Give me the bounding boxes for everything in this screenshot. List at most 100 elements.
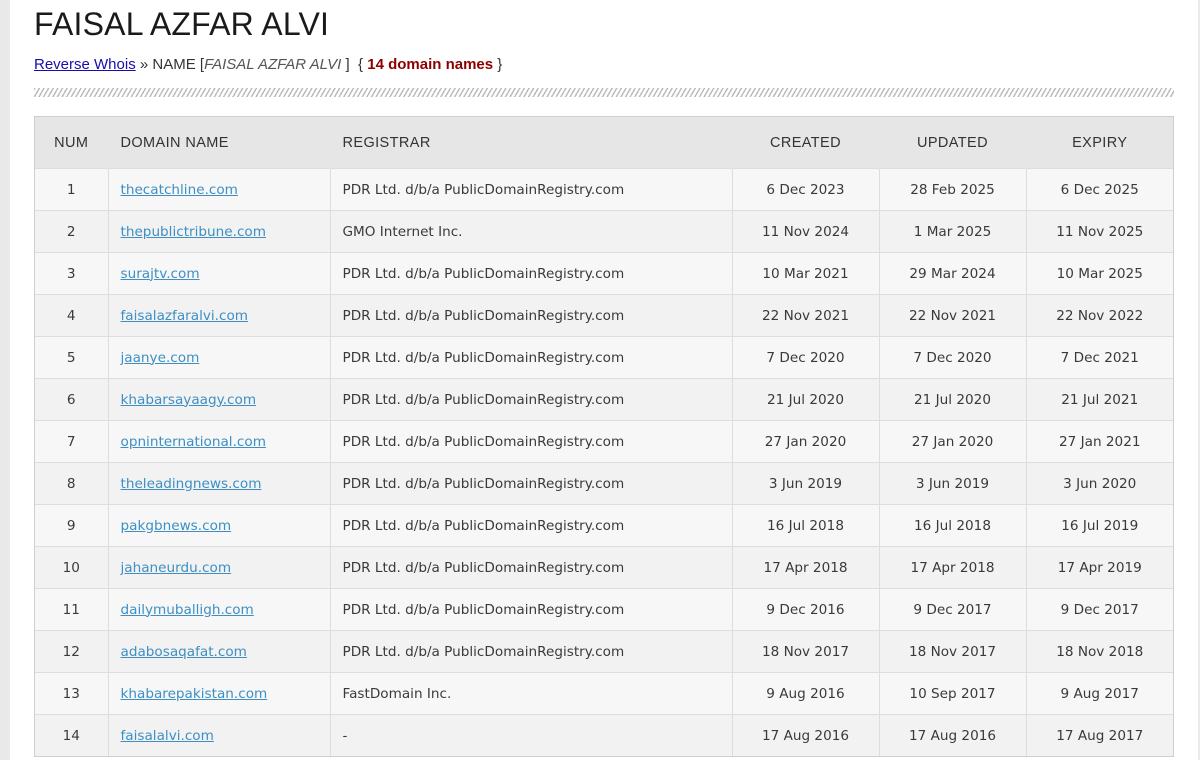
row-num: 1 (35, 168, 109, 211)
registrar-cell: GMO Internet Inc. (330, 210, 733, 253)
created-cell: 9 Aug 2016 (732, 672, 880, 715)
row-num: 12 (35, 630, 109, 673)
domain-cell: khabarepakistan.com (108, 672, 331, 715)
updated-cell: 3 Jun 2019 (879, 462, 1027, 505)
row-num: 10 (35, 546, 109, 589)
page-container: FAISAL AZFAR ALVI Reverse Whois » NAME [… (10, 0, 1198, 760)
header-num: NUM (35, 117, 109, 169)
domain-link[interactable]: dailymuballigh.com (121, 602, 254, 618)
table-row: 12 adabosaqafat.com PDR Ltd. d/b/a PublicD… (35, 630, 1173, 673)
domain-link[interactable]: jahaneurdu.com (121, 560, 232, 576)
domain-link[interactable]: thepublictribune.com (121, 224, 266, 240)
updated-cell: 29 Mar 2024 (879, 252, 1027, 295)
hatched-divider (34, 88, 1174, 97)
created-cell: 22 Nov 2021 (732, 294, 880, 337)
domain-cell: dailymuballigh.com (108, 588, 331, 631)
domain-link[interactable]: surajtv.com (121, 266, 200, 282)
breadcrumb: Reverse Whois » NAME [FAISAL AZFAR ALVI … (34, 56, 503, 73)
domain-link[interactable]: adabosaqafat.com (121, 644, 247, 660)
domains-table-container: NUM DOMAIN NAME REGISTRAR CREATED UPDATE… (34, 116, 1174, 757)
domain-cell: pakgbnews.com (108, 504, 331, 547)
domain-cell: jahaneurdu.com (108, 546, 331, 589)
table-row: 11 dailymuballigh.com PDR Ltd. d/b/a Publi… (35, 588, 1173, 631)
table-row: 10 jahaneurdu.com PDR Ltd. d/b/a PublicDom… (35, 546, 1173, 589)
domain-cell: theleadingnews.com (108, 462, 331, 505)
header-registrar: REGISTRAR (330, 117, 733, 169)
row-num: 2 (35, 210, 109, 253)
expiry-cell: 17 Aug 2017 (1026, 714, 1173, 756)
registrar-cell: PDR Ltd. d/b/a PublicDomainRegistry.com (330, 336, 733, 379)
expiry-cell: 18 Nov 2018 (1026, 630, 1173, 673)
updated-cell: 7 Dec 2020 (879, 336, 1027, 379)
table-header-row: NUM DOMAIN NAME REGISTRAR CREATED UPDATE… (35, 117, 1173, 169)
expiry-cell: 6 Dec 2025 (1026, 168, 1173, 211)
table-row: 3 surajtv.com PDR Ltd. d/b/a PublicDomainR… (35, 252, 1173, 295)
updated-cell: 28 Feb 2025 (879, 168, 1027, 211)
registrar-cell: PDR Ltd. d/b/a PublicDomainRegistry.com (330, 462, 733, 505)
row-num: 8 (35, 462, 109, 505)
row-num: 6 (35, 378, 109, 421)
created-cell: 3 Jun 2019 (732, 462, 880, 505)
domain-link[interactable]: faisalalvi.com (121, 728, 214, 744)
table-row: 8 theleadingnews.com PDR Ltd. d/b/a Public… (35, 462, 1173, 505)
table-row: 5 jaanye.com PDR Ltd. d/b/a PublicDomainRe… (35, 336, 1173, 379)
domain-link[interactable]: theleadingnews.com (121, 476, 262, 492)
header-domain-name: DOMAIN NAME (108, 117, 331, 169)
updated-cell: 18 Nov 2017 (879, 630, 1027, 673)
created-cell: 10 Mar 2021 (732, 252, 880, 295)
updated-cell: 27 Jan 2020 (879, 420, 1027, 463)
domain-link[interactable]: jaanye.com (121, 350, 200, 366)
table-row: 2 thepublictribune.com GMO Internet Inc. 11… (35, 210, 1173, 253)
registrar-cell: FastDomain Inc. (330, 672, 733, 715)
updated-cell: 17 Aug 2016 (879, 714, 1027, 756)
expiry-cell: 9 Aug 2017 (1026, 672, 1173, 715)
domain-link[interactable]: opninternational.com (121, 434, 266, 450)
updated-cell: 9 Dec 2017 (879, 588, 1027, 631)
domain-cell: surajtv.com (108, 252, 331, 295)
created-cell: 7 Dec 2020 (732, 336, 880, 379)
table-row: 14 faisalalvi.com -17 Aug 2016 17 Aug 2016 1… (35, 714, 1173, 756)
expiry-cell: 17 Apr 2019 (1026, 546, 1173, 589)
row-num: 14 (35, 714, 109, 756)
domain-cell: adabosaqafat.com (108, 630, 331, 673)
created-cell: 11 Nov 2024 (732, 210, 880, 253)
expiry-cell: 9 Dec 2017 (1026, 588, 1173, 631)
created-cell: 6 Dec 2023 (732, 168, 880, 211)
created-cell: 17 Apr 2018 (732, 546, 880, 589)
breadcrumb-name-label: NAME (152, 56, 196, 73)
row-num: 5 (35, 336, 109, 379)
expiry-cell: 21 Jul 2021 (1026, 378, 1173, 421)
row-num: 11 (35, 588, 109, 631)
row-num: 4 (35, 294, 109, 337)
domain-cell: opninternational.com (108, 420, 331, 463)
updated-cell: 22 Nov 2021 (879, 294, 1027, 337)
domain-link[interactable]: pakgbnews.com (121, 518, 232, 534)
table-row: 4 faisalazfaralvi.com PDR Ltd. d/b/a Publi… (35, 294, 1173, 337)
row-num: 13 (35, 672, 109, 715)
domain-cell: khabarsayaagy.com (108, 378, 331, 421)
domain-link[interactable]: khabarepakistan.com (121, 686, 268, 702)
registrar-cell: PDR Ltd. d/b/a PublicDomainRegistry.com (330, 420, 733, 463)
domain-cell: thecatchline.com (108, 168, 331, 211)
expiry-cell: 16 Jul 2019 (1026, 504, 1173, 547)
registrar-cell: PDR Ltd. d/b/a PublicDomainRegistry.com (330, 168, 733, 211)
created-cell: 18 Nov 2017 (732, 630, 880, 673)
breadcrumb-name-value: FAISAL AZFAR ALVI (204, 56, 342, 73)
registrar-cell: PDR Ltd. d/b/a PublicDomainRegistry.com (330, 588, 733, 631)
registrar-cell: PDR Ltd. d/b/a PublicDomainRegistry.com (330, 252, 733, 295)
domain-link[interactable]: thecatchline.com (121, 182, 238, 198)
created-cell: 21 Jul 2020 (732, 378, 880, 421)
expiry-cell: 27 Jan 2021 (1026, 420, 1173, 463)
created-cell: 16 Jul 2018 (732, 504, 880, 547)
updated-cell: 10 Sep 2017 (879, 672, 1027, 715)
domains-table: NUM DOMAIN NAME REGISTRAR CREATED UPDATE… (35, 117, 1173, 756)
table-row: 7 opninternational.com PDR Ltd. d/b/a Publ… (35, 420, 1173, 463)
domain-link[interactable]: khabarsayaagy.com (121, 392, 257, 408)
updated-cell: 16 Jul 2018 (879, 504, 1027, 547)
row-num: 3 (35, 252, 109, 295)
registrar-cell: PDR Ltd. d/b/a PublicDomainRegistry.com (330, 378, 733, 421)
domain-link[interactable]: faisalazfaralvi.com (121, 308, 249, 324)
reverse-whois-link[interactable]: Reverse Whois (34, 56, 136, 73)
updated-cell: 21 Jul 2020 (879, 378, 1027, 421)
domain-cell: faisalazfaralvi.com (108, 294, 331, 337)
